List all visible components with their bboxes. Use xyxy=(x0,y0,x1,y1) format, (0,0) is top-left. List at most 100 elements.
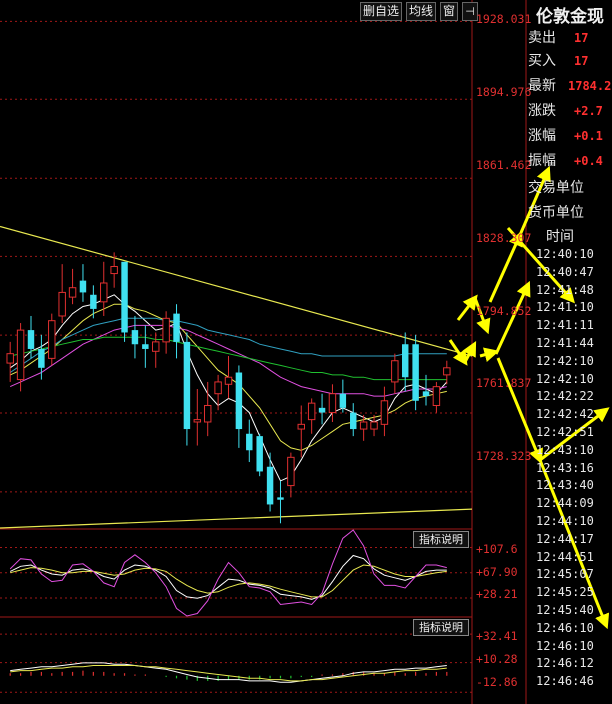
indicator1-tick-label: +67.90 xyxy=(476,565,518,579)
indicator1-help-button[interactable]: 指标说明 xyxy=(413,531,469,548)
chart-stage xyxy=(0,0,610,704)
candle-body xyxy=(90,294,97,309)
moving-average-button[interactable]: 均线 xyxy=(406,2,437,21)
candle-body xyxy=(58,291,66,317)
time-item: 12:45:40 xyxy=(536,602,594,617)
candle-body xyxy=(224,376,233,385)
candle-body xyxy=(48,320,56,359)
annotation-arrow xyxy=(462,341,477,363)
candle xyxy=(38,334,45,380)
candle xyxy=(173,304,180,359)
time-header: 时间 xyxy=(546,229,574,245)
candle-body xyxy=(256,436,263,472)
candle-body xyxy=(328,393,337,414)
price-tick-label: 1728.323 xyxy=(476,449,532,463)
candle xyxy=(391,353,399,394)
candle xyxy=(307,398,316,434)
candle xyxy=(152,332,160,368)
delete-favorite-button[interactable]: 删自选 xyxy=(360,2,403,21)
candle-body xyxy=(266,466,274,505)
time-item: 12:40:10 xyxy=(536,247,594,261)
indicator2-tick-label: +32.41 xyxy=(476,629,518,643)
quote-row-last: 最新 1784.2 xyxy=(528,75,612,98)
indicator2-tick-label: -12.86 xyxy=(476,675,518,689)
candle xyxy=(256,433,263,477)
quote-row-label: 涨跌 xyxy=(528,103,556,119)
candle xyxy=(443,360,451,385)
candle xyxy=(266,452,274,512)
quote-panel: 伦敦金现 卖出 17 买入 17 最新 1784.2 涨跌 +2.7 涨幅 +0.1 振幅… xyxy=(526,0,612,704)
quote-row-amplitude: 振幅 +0.4 xyxy=(528,150,612,173)
chart-toolbar: 删自选 均线 窗 ⊣ xyxy=(360,2,479,21)
indicator1-tick-label: +107.6 xyxy=(476,542,518,556)
time-item: 12:41:11 xyxy=(536,318,594,333)
candle-body xyxy=(131,330,139,345)
candle xyxy=(6,341,14,382)
candle-body xyxy=(359,421,368,430)
candle-body xyxy=(214,381,222,395)
candle xyxy=(339,379,347,413)
price-tick-label: 1828.307 xyxy=(476,231,532,245)
candle-body xyxy=(110,266,118,275)
candle-body xyxy=(287,456,295,487)
candle-body xyxy=(297,423,305,430)
candle xyxy=(193,389,202,446)
indicator2-line xyxy=(10,662,447,683)
annotation-arrow xyxy=(479,347,500,362)
candle-body xyxy=(173,313,180,342)
time-item: 12:42:22 xyxy=(536,389,594,404)
quote-row-label: 振幅 xyxy=(528,153,556,169)
quote-row-label: 最新 xyxy=(528,78,556,94)
candle-body xyxy=(307,402,316,421)
candle-body xyxy=(193,419,202,423)
time-item: 12:42:10 xyxy=(536,353,594,368)
indicator2-help-button[interactable]: 指标说明 xyxy=(413,619,469,636)
main-chart xyxy=(0,225,473,529)
candle xyxy=(162,311,170,354)
time-item: 12:46:12 xyxy=(536,656,594,671)
time-item: 12:46:10 xyxy=(536,620,594,635)
candle xyxy=(235,365,243,448)
candle xyxy=(380,386,389,437)
instrument-title: 伦敦金现 xyxy=(536,7,604,27)
quote-row-value: 1784.2 xyxy=(568,79,612,93)
candle-body xyxy=(412,344,419,401)
time-item: 12:40:47 xyxy=(536,264,594,279)
candle-body xyxy=(391,360,399,383)
candle xyxy=(183,332,191,446)
price-tick-label: 1894.976 xyxy=(476,85,532,99)
quote-row-sell: 卖出 17 xyxy=(528,27,612,50)
candle xyxy=(90,285,97,319)
price-tick-label: 1928.031 xyxy=(476,12,532,26)
candle xyxy=(214,374,222,411)
candle-body xyxy=(68,287,77,298)
candle-body xyxy=(27,330,35,349)
candle-body xyxy=(277,497,284,500)
time-item: 12:41:48 xyxy=(536,282,594,297)
candle xyxy=(246,419,253,463)
window-button[interactable]: 窗 xyxy=(440,2,459,21)
candle-body xyxy=(79,280,87,293)
candle-body xyxy=(401,344,409,378)
candle xyxy=(131,315,139,359)
quote-row-value: +0.4 xyxy=(574,154,603,168)
time-item: 12:42:10 xyxy=(536,371,594,386)
candle-body xyxy=(246,433,253,451)
quote-row-value: 17 xyxy=(574,54,589,68)
time-item: 12:43:40 xyxy=(536,478,594,493)
quote-row-label: 买入 xyxy=(528,53,556,69)
candle xyxy=(318,393,326,425)
price-tick-label: 1794.852 xyxy=(476,304,532,318)
candle-body xyxy=(422,391,430,397)
quote-row-buy: 买入 17 xyxy=(528,50,612,73)
price-tick-label: 1861.462 xyxy=(476,158,532,172)
candle xyxy=(121,261,128,342)
time-item: 12:41:10 xyxy=(536,300,594,315)
candle-body xyxy=(370,421,378,430)
candle-body xyxy=(152,341,160,352)
time-item: 12:43:16 xyxy=(536,460,594,475)
candle xyxy=(224,356,233,399)
time-item: 12:45:25 xyxy=(536,585,594,600)
grid-lines xyxy=(0,0,527,704)
candle xyxy=(412,334,419,411)
